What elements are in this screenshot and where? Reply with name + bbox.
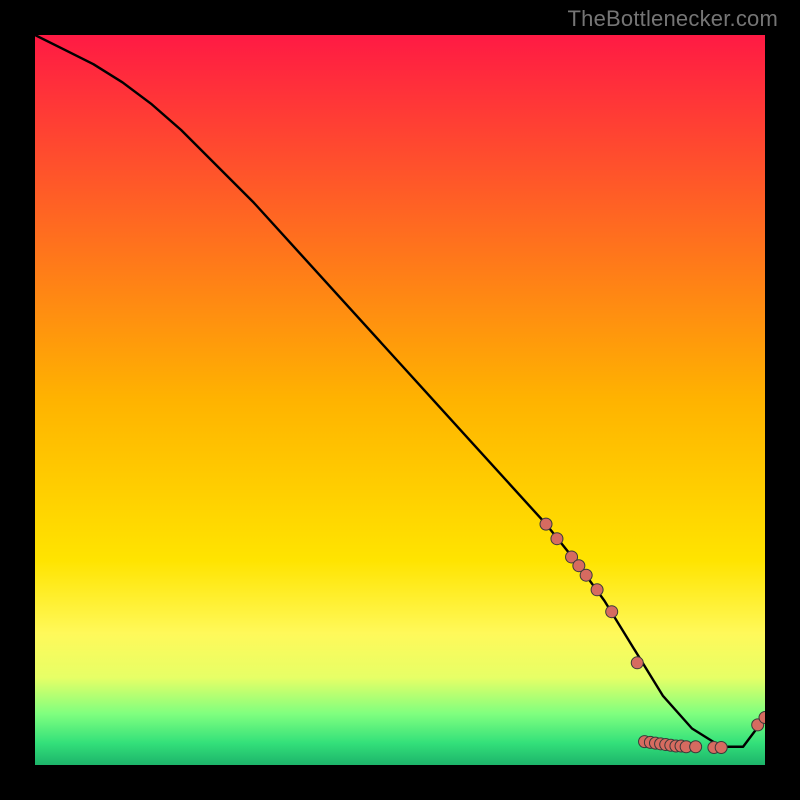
data-marker: [690, 741, 702, 753]
data-marker: [540, 518, 552, 530]
data-marker: [606, 606, 618, 618]
data-marker: [551, 533, 563, 545]
attribution-text: TheBottlenecker.com: [568, 6, 778, 32]
plot-area: [35, 35, 765, 765]
plot-background: [35, 35, 765, 765]
plot-svg: [35, 35, 765, 765]
data-marker: [580, 569, 592, 581]
data-marker: [631, 657, 643, 669]
data-marker: [715, 741, 727, 753]
data-marker: [591, 584, 603, 596]
chart-stage: TheBottlenecker.com: [0, 0, 800, 800]
